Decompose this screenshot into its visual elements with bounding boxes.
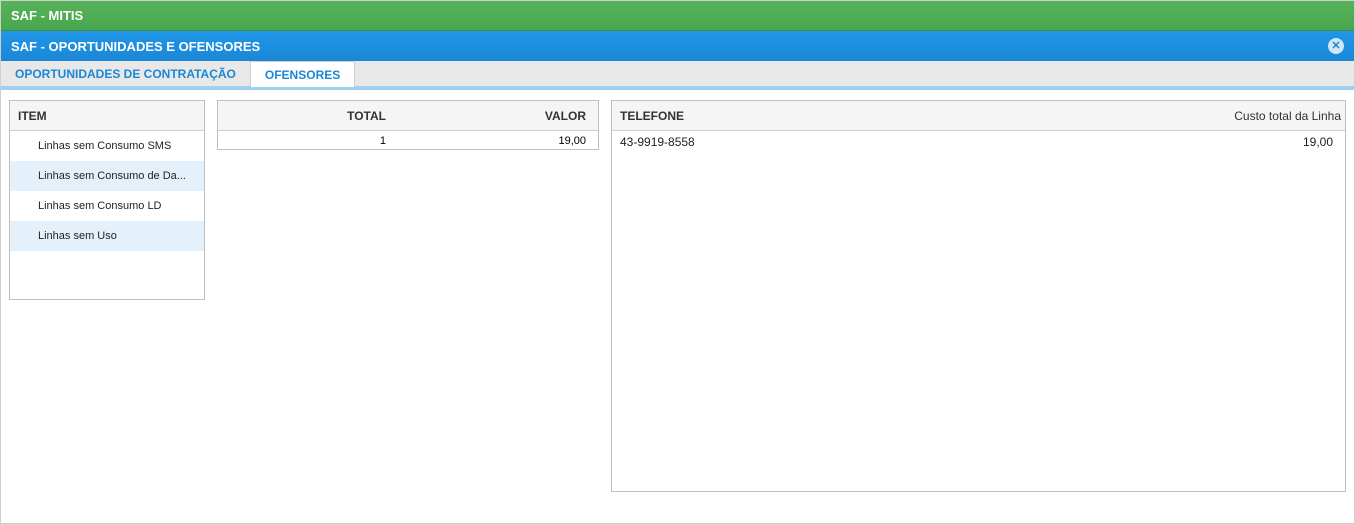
table-row[interactable]: 43-9919-8558 19,00 <box>612 131 1345 153</box>
section-title: SAF - OPORTUNIDADES E OFENSORES <box>11 39 260 54</box>
items-panel: ITEM Linhas sem Consumo SMS Linhas sem C… <box>9 100 205 300</box>
items-header-row: ITEM <box>10 101 204 131</box>
phones-header-row: TELEFONE Custo total da Linha <box>612 101 1345 131</box>
section-header: SAF - OPORTUNIDADES E OFENSORES ✕ <box>1 31 1354 61</box>
content-area: ITEM Linhas sem Consumo SMS Linhas sem C… <box>1 90 1354 502</box>
phone-number: 43-9919-8558 <box>620 135 1177 149</box>
app-title: SAF - MITIS <box>11 8 83 23</box>
items-header: ITEM <box>10 103 204 129</box>
totals-header-row: TOTAL VALOR <box>218 101 598 131</box>
tab-ofensores[interactable]: OFENSORES <box>250 61 355 87</box>
phones-panel: TELEFONE Custo total da Linha 43-9919-85… <box>611 100 1346 492</box>
app-title-bar: SAF - MITIS <box>1 1 1354 31</box>
totals-body-row: 1 19,00 <box>218 131 598 151</box>
close-icon[interactable]: ✕ <box>1328 38 1344 54</box>
phones-header-telefone: TELEFONE <box>612 103 1185 129</box>
phone-cost: 19,00 <box>1177 135 1337 149</box>
totals-value-valor: 19,00 <box>398 129 598 153</box>
totals-header-total: TOTAL <box>218 103 398 129</box>
list-item[interactable]: Linhas sem Consumo SMS <box>10 131 204 161</box>
list-item[interactable]: Linhas sem Consumo LD <box>10 191 204 221</box>
totals-value-total: 1 <box>218 129 398 153</box>
list-item[interactable]: Linhas sem Uso <box>10 221 204 251</box>
tab-oportunidades[interactable]: OPORTUNIDADES DE CONTRATAÇÃO <box>1 61 250 86</box>
tabs-row: OPORTUNIDADES DE CONTRATAÇÃO OFENSORES <box>1 61 1354 90</box>
phones-header-cost: Custo total da Linha <box>1185 103 1345 129</box>
totals-panel: TOTAL VALOR 1 19,00 <box>217 100 599 150</box>
totals-header-valor: VALOR <box>398 103 598 129</box>
list-item[interactable]: Linhas sem Consumo de Da... <box>10 161 204 191</box>
